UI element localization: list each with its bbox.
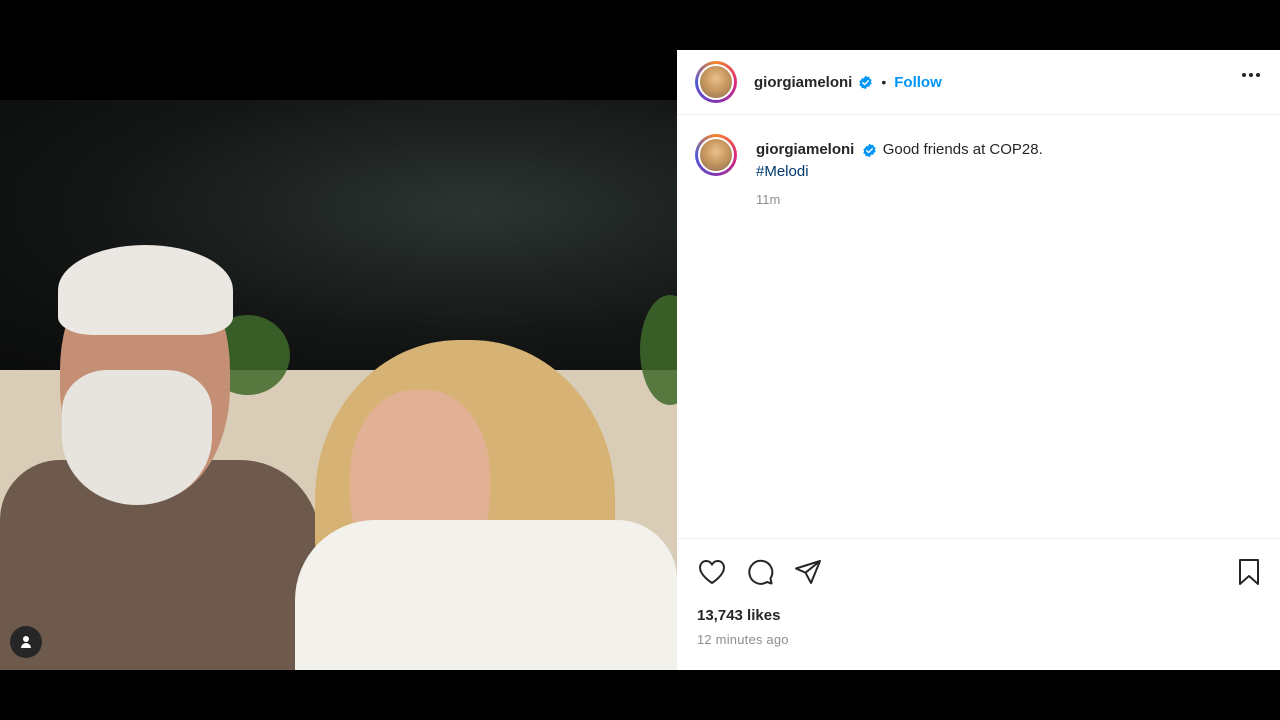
- posted-time: 12 minutes ago: [697, 632, 789, 647]
- photo-person-left-hair: [58, 245, 233, 335]
- action-icons: [697, 557, 823, 587]
- heart-icon[interactable]: [697, 557, 727, 587]
- verified-badge-icon: [862, 143, 877, 158]
- user-tag-icon: [21, 636, 31, 648]
- comment-icon[interactable]: [745, 557, 775, 587]
- post-photo[interactable]: [0, 100, 677, 670]
- more-options-icon[interactable]: [1242, 73, 1260, 77]
- user-tag-button[interactable]: [10, 626, 42, 658]
- caption-username[interactable]: giorgiameloni: [756, 141, 854, 158]
- follow-button[interactable]: Follow: [894, 74, 942, 91]
- caption-text: giorgiameloni Good friends at COP28. #Me…: [756, 139, 1043, 211]
- avatar-image: [698, 137, 734, 173]
- post-panel: giorgiameloni • Follow giorgiameloni Goo…: [677, 50, 1280, 670]
- bookmark-icon[interactable]: [1234, 557, 1264, 587]
- header-username[interactable]: giorgiameloni: [754, 74, 852, 91]
- post-header: giorgiameloni • Follow: [677, 50, 1280, 115]
- send-icon[interactable]: [793, 557, 823, 587]
- avatar[interactable]: [695, 61, 737, 103]
- verified-badge-icon: [858, 75, 873, 90]
- photo-person-right-body: [295, 520, 677, 670]
- avatar-image: [698, 64, 734, 100]
- likes-count[interactable]: 13,743 likes: [697, 607, 780, 624]
- caption-body: Good friends at COP28.: [882, 141, 1043, 158]
- caption-avatar[interactable]: [695, 134, 737, 176]
- caption: giorgiameloni Good friends at COP28. #Me…: [695, 134, 1043, 211]
- hashtag-link[interactable]: #Melodi: [756, 161, 1043, 183]
- post-actions: 13,743 likes 12 minutes ago: [677, 538, 1280, 647]
- separator-dot: •: [881, 74, 887, 90]
- caption-timestamp: 11m: [756, 192, 781, 207]
- photo-person-left-beard: [62, 370, 212, 505]
